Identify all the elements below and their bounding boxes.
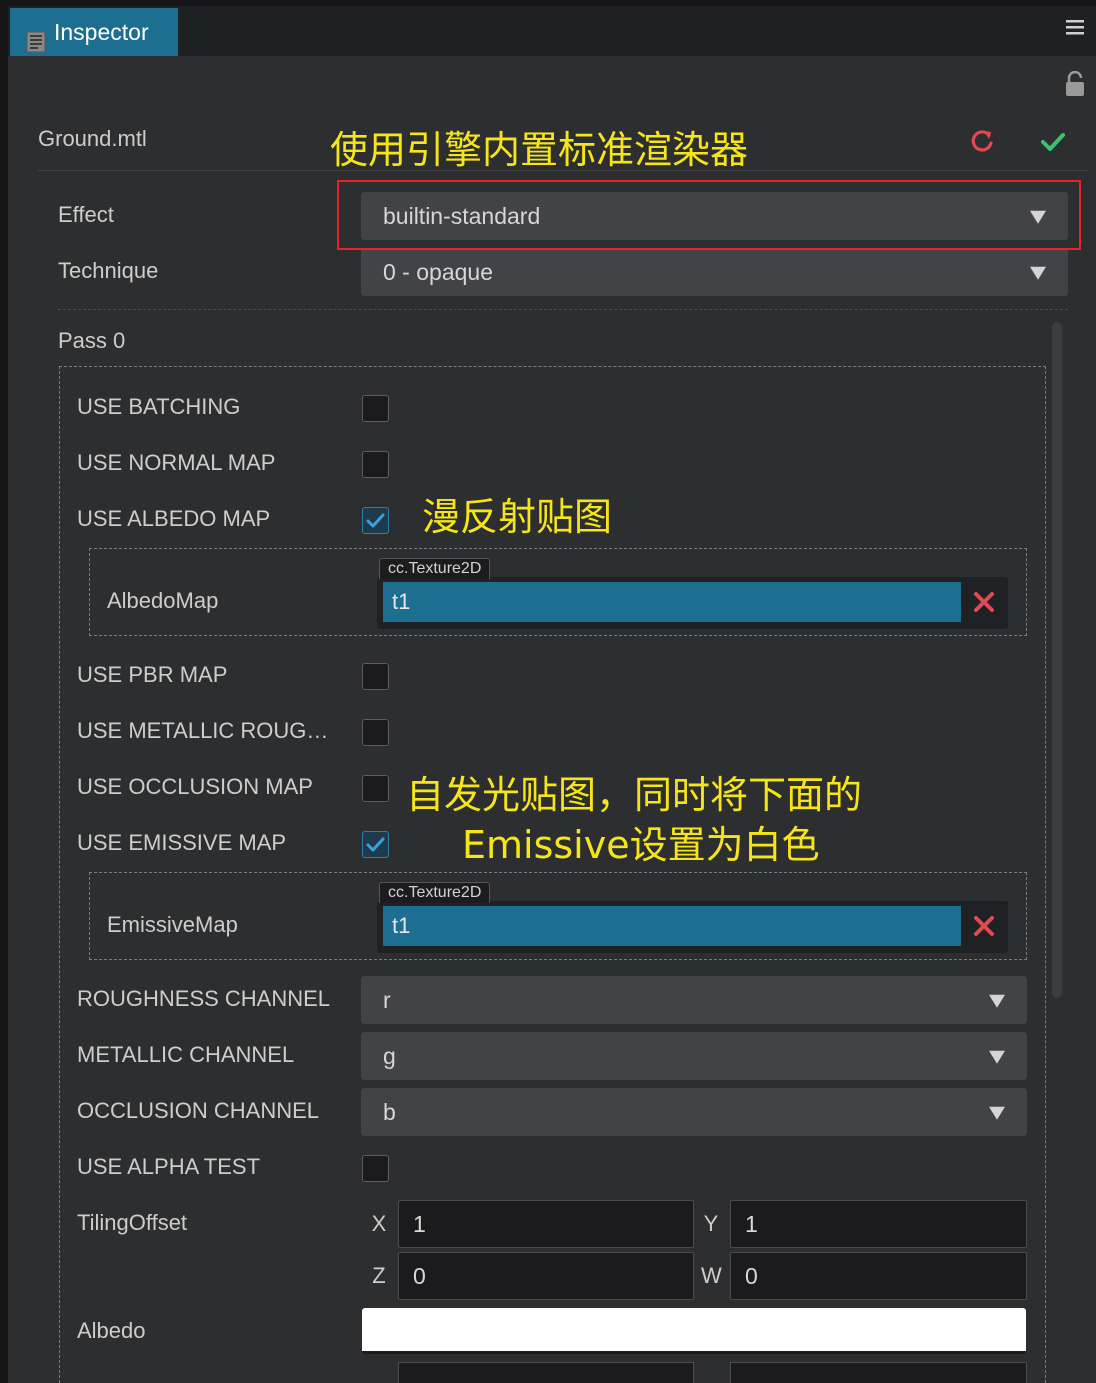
effect-highlight-box bbox=[337, 180, 1081, 250]
metallic-channel-label: METALLIC CHANNEL bbox=[77, 1042, 295, 1067]
use-occlusion-map-label: USE OCCLUSION MAP bbox=[77, 774, 313, 799]
metallic-channel-value: g bbox=[383, 1042, 396, 1069]
technique-select[interactable]: 0 - opaque bbox=[361, 248, 1068, 296]
use-albedo-map-label: USE ALBEDO MAP bbox=[77, 506, 271, 531]
albedo-map-field[interactable]: t1 bbox=[383, 582, 961, 622]
albedo-color-label: Albedo bbox=[77, 1318, 146, 1343]
use-pbr-map-label: USE PBR MAP bbox=[77, 662, 228, 687]
chevron-down-icon bbox=[1030, 266, 1046, 280]
tiling-z-input[interactable]: 0 bbox=[398, 1252, 694, 1300]
unlock-icon[interactable] bbox=[1063, 70, 1087, 97]
next-input-partial[interactable] bbox=[398, 1362, 694, 1383]
scrollbar[interactable] bbox=[1052, 322, 1062, 998]
tiling-w-label: W bbox=[701, 1263, 722, 1288]
use-batching-checkbox[interactable] bbox=[362, 395, 389, 422]
albedo-map-clear-icon[interactable] bbox=[966, 584, 1002, 620]
inspector-icon bbox=[26, 21, 46, 53]
use-normal-map-label: USE NORMAL MAP bbox=[77, 450, 276, 475]
roughness-channel-select[interactable]: r bbox=[361, 976, 1027, 1024]
metallic-channel-select[interactable]: g bbox=[361, 1032, 1027, 1080]
effect-label: Effect bbox=[58, 202, 114, 227]
checkmark-icon bbox=[366, 837, 385, 852]
use-emissive-map-checkbox[interactable] bbox=[362, 831, 389, 858]
emissive-annotation-line1: 自发光贴图，同时将下面的 bbox=[406, 773, 863, 817]
hamburger-menu-icon[interactable] bbox=[1066, 18, 1084, 36]
occlusion-channel-value: b bbox=[383, 1098, 396, 1125]
asset-name: Ground.mtl bbox=[38, 126, 147, 151]
emissive-map-type: cc.Texture2D bbox=[379, 882, 491, 903]
roughness-channel-value: r bbox=[383, 986, 391, 1013]
emissive-map-clear-icon[interactable] bbox=[966, 908, 1002, 944]
albedo-color-swatch[interactable] bbox=[362, 1308, 1026, 1354]
emissive-map-label: EmissiveMap bbox=[107, 912, 238, 937]
tiling-z-label: Z bbox=[372, 1263, 386, 1288]
use-metallic-roughness-label: USE METALLIC ROUG… bbox=[77, 718, 329, 743]
tiling-offset-label: TilingOffset bbox=[77, 1210, 188, 1235]
tiling-y-input[interactable]: 1 bbox=[730, 1200, 1027, 1248]
use-batching-label: USE BATCHING bbox=[77, 394, 241, 419]
albedo-map-type: cc.Texture2D bbox=[379, 558, 491, 579]
use-alpha-test-checkbox[interactable] bbox=[362, 1155, 389, 1182]
emissive-annotation-line2: Emissive设置为白色 bbox=[462, 823, 820, 867]
use-emissive-map-label: USE EMISSIVE MAP bbox=[77, 830, 287, 855]
chevron-down-icon bbox=[989, 1106, 1005, 1120]
tab-inspector[interactable]: Inspector bbox=[10, 8, 178, 56]
use-metallic-roughness-checkbox[interactable] bbox=[362, 719, 389, 746]
technique-divider bbox=[58, 309, 1068, 310]
revert-icon[interactable] bbox=[968, 127, 996, 155]
tiling-x-input[interactable]: 1 bbox=[398, 1200, 694, 1248]
tab-title: Inspector bbox=[54, 19, 149, 45]
technique-value: 0 - opaque bbox=[383, 258, 493, 285]
albedo-annotation: 漫反射贴图 bbox=[422, 495, 613, 539]
use-normal-map-checkbox[interactable] bbox=[362, 451, 389, 478]
albedo-map-label: AlbedoMap bbox=[107, 588, 219, 613]
chevron-down-icon bbox=[989, 994, 1005, 1008]
use-alpha-test-label: USE ALPHA TEST bbox=[77, 1154, 261, 1179]
use-albedo-map-checkbox[interactable] bbox=[362, 507, 389, 534]
check-icon[interactable] bbox=[1040, 130, 1066, 154]
next-input-partial[interactable] bbox=[730, 1362, 1027, 1383]
roughness-channel-label: ROUGHNESS CHANNEL bbox=[77, 986, 331, 1011]
tiling-x-label: X bbox=[371, 1211, 387, 1236]
use-pbr-map-checkbox[interactable] bbox=[362, 663, 389, 690]
pass-title: Pass 0 bbox=[58, 328, 126, 353]
occlusion-channel-select[interactable]: b bbox=[361, 1088, 1027, 1136]
occlusion-channel-label: OCCLUSION CHANNEL bbox=[77, 1098, 320, 1123]
tiling-w-input[interactable]: 0 bbox=[730, 1252, 1027, 1300]
emissive-map-field[interactable]: t1 bbox=[383, 906, 961, 946]
tiling-y-label: Y bbox=[703, 1211, 719, 1236]
use-occlusion-map-checkbox[interactable] bbox=[362, 775, 389, 802]
checkmark-icon bbox=[366, 513, 385, 528]
effect-annotation: 使用引擎内置标准渲染器 bbox=[330, 128, 749, 172]
chevron-down-icon bbox=[989, 1050, 1005, 1064]
technique-label: Technique bbox=[58, 258, 159, 283]
